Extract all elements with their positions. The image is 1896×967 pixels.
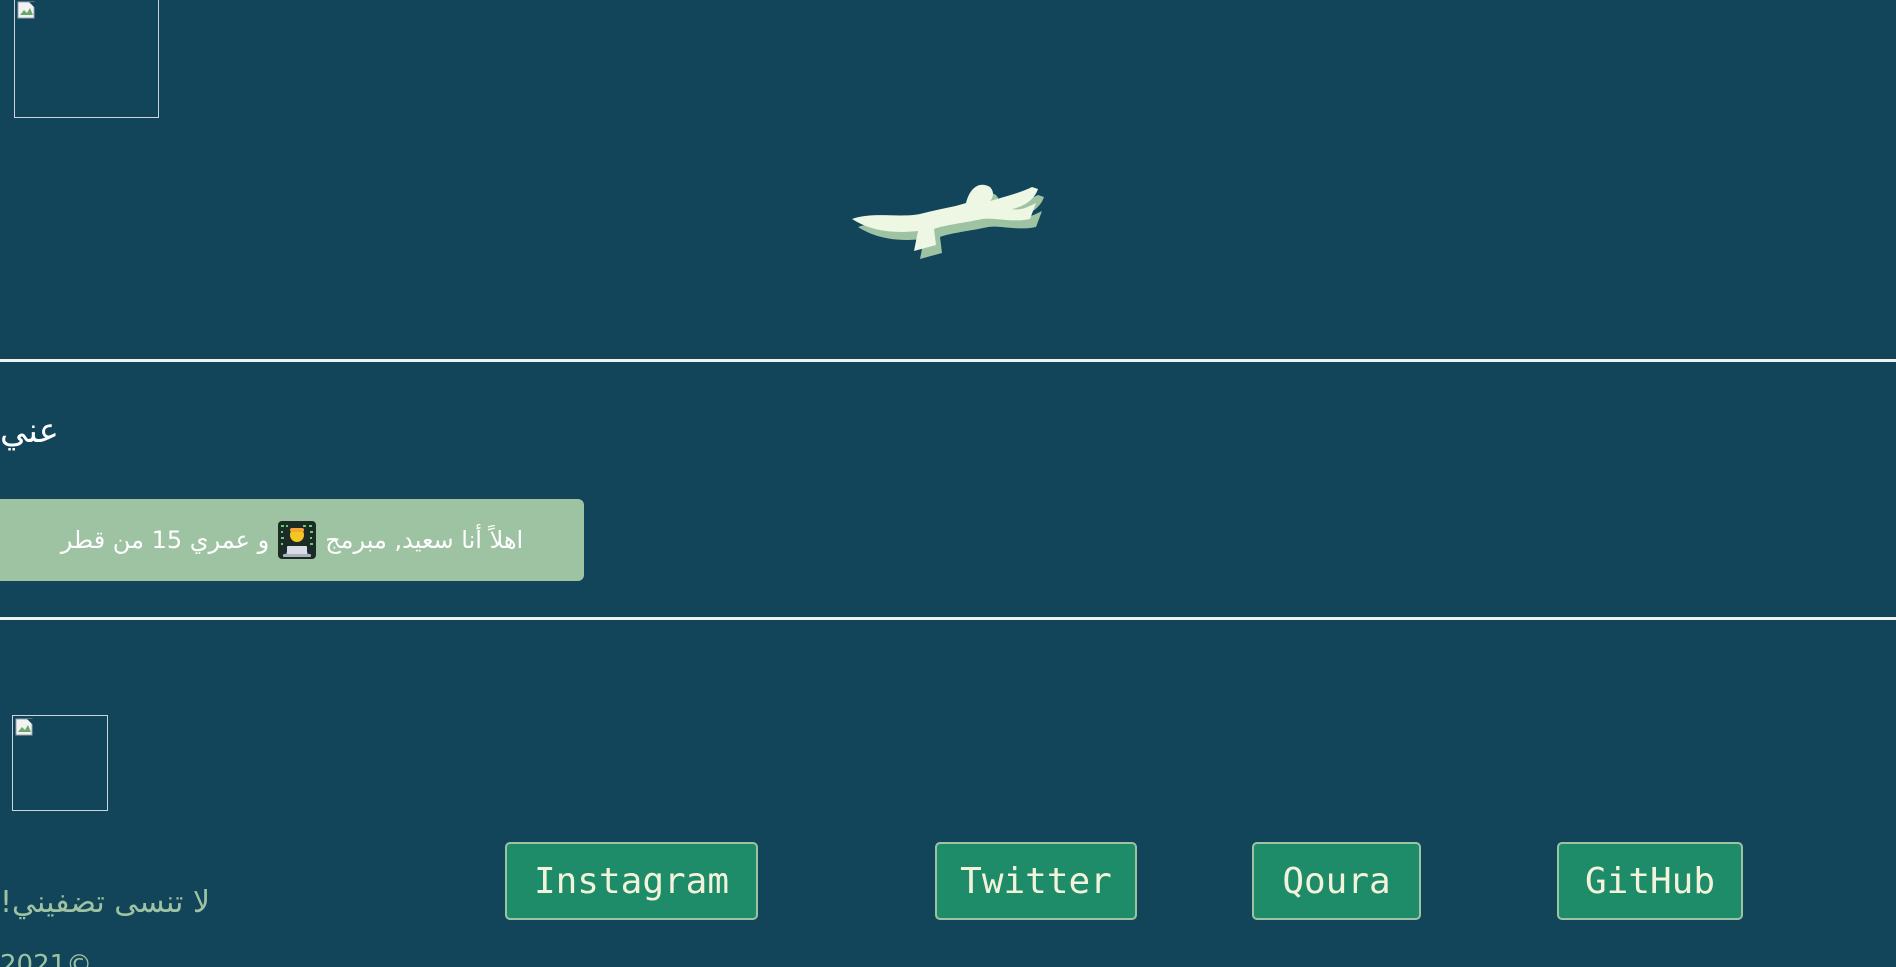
section-divider-top: [0, 359, 1896, 362]
social-avatar-image: [12, 715, 108, 811]
footer-note: لا تنسى تضفيني!: [0, 885, 211, 920]
brand-logo-fill: [852, 184, 1038, 251]
copyright-text: 2021©: [0, 950, 93, 967]
broken-image-icon: [15, 718, 33, 736]
broken-image-icon: [17, 1, 35, 19]
instagram-button[interactable]: Instagram: [505, 842, 758, 920]
about-title: عني: [0, 411, 59, 451]
brand-logo: [852, 184, 1044, 259]
about-text-start: اهلاً أنا سعيد, مبرمج: [325, 526, 524, 554]
page: عني اهلاً أنا سعيد, مبرمج و عمري 15 من ق…: [0, 0, 1896, 967]
github-button[interactable]: GitHub: [1557, 842, 1743, 920]
twitter-button[interactable]: Twitter: [935, 842, 1137, 920]
qoura-button[interactable]: Qoura: [1252, 842, 1421, 920]
developer-emoji-icon: [278, 521, 317, 559]
section-divider-bottom: [0, 617, 1896, 620]
about-text-end: و عمري 15 من قطر: [60, 526, 270, 554]
about-card: اهلاً أنا سعيد, مبرمج و عمري 15 من قطر: [0, 499, 584, 581]
header-logo-image: [14, 0, 159, 118]
